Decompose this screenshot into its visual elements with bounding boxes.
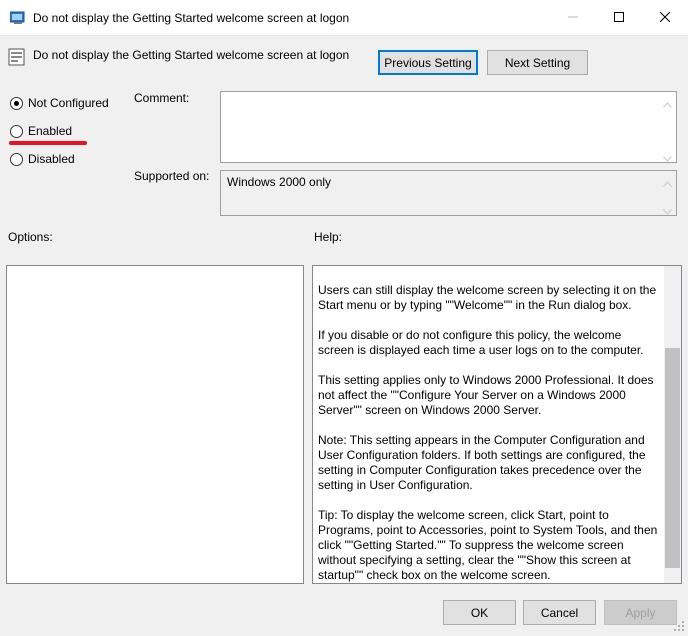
ok-button[interactable]: OK: [443, 600, 516, 625]
radio-enabled[interactable]: Enabled: [10, 122, 72, 140]
help-paragraph: If you disable or do not configure this …: [318, 328, 644, 357]
policy-window-icon: [9, 11, 26, 25]
radio-label: Enabled: [28, 124, 73, 138]
help-scrollbar-thumb[interactable]: [665, 348, 680, 568]
help-text: Users can still display the welcome scre…: [318, 283, 658, 583]
close-button[interactable]: [642, 0, 688, 36]
minimize-button[interactable]: [550, 0, 596, 36]
radio-disabled[interactable]: Disabled: [10, 150, 75, 168]
radio-checked-icon: [10, 96, 23, 110]
comment-label: Comment:: [134, 91, 190, 105]
help-paragraph: Note: This setting appears in the Comput…: [318, 433, 646, 492]
radio-not-configured[interactable]: Not Configured: [10, 94, 109, 112]
radio-label: Disabled: [28, 152, 75, 166]
next-setting-button[interactable]: Next Setting: [487, 50, 588, 75]
maximize-icon: [614, 11, 624, 25]
help-paragraph: This setting applies only to Windows 200…: [318, 373, 654, 417]
supported-scrollbar[interactable]: [659, 171, 676, 215]
window-title: Do not display the Getting Started welco…: [33, 11, 350, 25]
comment-scrollbar[interactable]: [659, 92, 676, 162]
highlight-underline: [9, 141, 87, 145]
minimize-icon: [568, 11, 578, 25]
previous-setting-button[interactable]: Previous Setting: [378, 50, 478, 75]
supported-on-value: Windows 2000 only: [227, 175, 332, 189]
help-panel[interactable]: Users can still display the welcome scre…: [312, 265, 682, 584]
options-label: Options:: [8, 230, 53, 244]
help-label: Help:: [314, 230, 343, 244]
resize-grip-icon[interactable]: [672, 619, 686, 633]
radio-label: Not Configured: [28, 96, 109, 110]
supported-on-label: Supported on:: [134, 169, 210, 183]
radio-unchecked-icon: [10, 124, 23, 138]
policy-name: Do not display the Getting Started welco…: [33, 48, 350, 62]
scroll-down-icon[interactable]: [663, 151, 672, 162]
policy-setting-icon: [8, 48, 26, 66]
scroll-up-icon[interactable]: [663, 176, 672, 187]
scroll-up-icon[interactable]: [663, 97, 672, 108]
comment-textarea[interactable]: [220, 91, 677, 163]
supported-on-field: Windows 2000 only: [220, 170, 677, 216]
help-paragraph: Tip: To display the welcome screen, clic…: [318, 508, 658, 582]
title-bar[interactable]: Do not display the Getting Started welco…: [0, 0, 688, 36]
help-paragraph: Users can still display the welcome scre…: [318, 283, 657, 312]
apply-button[interactable]: Apply: [604, 600, 677, 625]
help-scrollbar[interactable]: [664, 266, 681, 583]
scroll-down-icon[interactable]: [663, 204, 672, 215]
close-icon: [659, 11, 671, 25]
cancel-button[interactable]: Cancel: [523, 600, 596, 625]
radio-unchecked-icon: [10, 152, 23, 166]
options-panel[interactable]: [6, 265, 304, 584]
maximize-button[interactable]: [596, 0, 642, 36]
